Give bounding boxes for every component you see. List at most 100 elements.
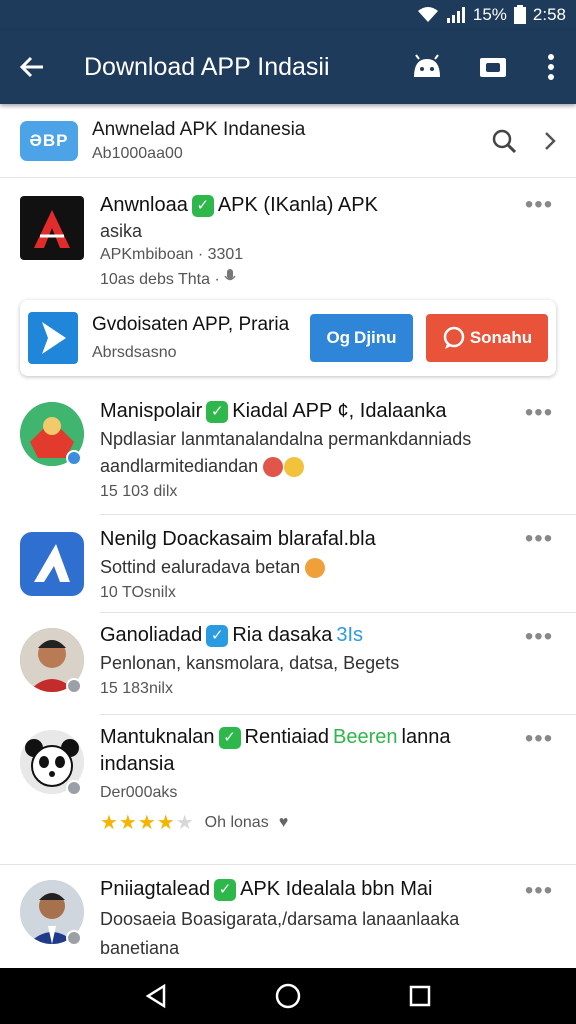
promo-card[interactable]: Gvdoisaten APP, Praria Abrsdsasno Og Dji… bbox=[20, 300, 556, 376]
more-options-icon[interactable]: ••• bbox=[524, 527, 554, 554]
status-badge bbox=[66, 780, 82, 796]
list-item[interactable]: Nenilg Doackasaim blarafal.bla Sottind e… bbox=[0, 514, 576, 613]
item-title-highlight: 3Is bbox=[336, 624, 364, 646]
primary-action-button[interactable]: Og Djinu bbox=[310, 314, 413, 362]
item-meta: 15 183nilx bbox=[100, 680, 173, 697]
item-title: Anwnloaa bbox=[100, 194, 188, 216]
item-content: Nenilg Doackasaim blarafal.bla Sottind e… bbox=[100, 528, 526, 602]
home-circle-icon bbox=[275, 983, 301, 1009]
item-description: Sottind ealuradava betan bbox=[100, 557, 526, 579]
item-content: Mantuknalan ✓ Rentiaiad Beeren lanna ind… bbox=[100, 726, 526, 835]
back-arrow-icon bbox=[19, 56, 43, 78]
android-button[interactable] bbox=[394, 30, 460, 104]
item-title: Nenilg Doackasaim blarafal.bla bbox=[100, 528, 376, 550]
more-options-icon[interactable]: ••• bbox=[524, 625, 554, 652]
verified-check-icon: ✓ bbox=[206, 624, 229, 647]
more-options-icon[interactable]: ••• bbox=[524, 193, 554, 220]
primary-button-prefix: Og bbox=[326, 328, 351, 347]
item-description-text: aandlarmitediandan bbox=[100, 456, 259, 476]
item-title-suffix: Ria dasaka bbox=[232, 624, 333, 646]
promo-title: Gvdoisaten APP, Praria bbox=[92, 314, 290, 335]
emoji-icon bbox=[284, 457, 305, 478]
camera-icon bbox=[480, 58, 506, 77]
divider bbox=[0, 864, 576, 865]
emoji-icon bbox=[305, 558, 326, 579]
camera-button[interactable] bbox=[460, 30, 526, 104]
rating-row: ★★★★★ Oh lonas ♥ bbox=[100, 810, 526, 835]
item-subtitle: asika bbox=[100, 221, 143, 241]
app-bar-title: Download APP Indasii bbox=[84, 52, 330, 81]
status-bar: 15% 2:58 bbox=[0, 0, 576, 30]
item-content: Anwnloaa ✓ APK (IKanla) APK asika APKmbi… bbox=[100, 194, 526, 289]
item-title-suffix: Kiadal APP ¢, Idalaanka bbox=[232, 400, 447, 422]
item-title-suffix: Rentiaiad bbox=[244, 726, 330, 748]
rating-text: Oh lonas bbox=[204, 813, 269, 831]
more-options-icon[interactable]: ••• bbox=[524, 401, 554, 428]
recents-square-icon bbox=[409, 985, 431, 1007]
nav-back-button[interactable] bbox=[126, 968, 186, 1024]
promo-logo bbox=[28, 312, 78, 364]
item-meta-secondary: 10as debs Thta · bbox=[100, 268, 526, 289]
android-icon bbox=[414, 54, 440, 77]
wifi-icon bbox=[417, 7, 438, 22]
item-description: Doosaeia Boasigarata,/darsama lanaanlaak… bbox=[100, 909, 460, 929]
back-button[interactable] bbox=[0, 30, 64, 104]
primary-button-label: Djinu bbox=[354, 328, 397, 347]
item-title: Pniiagtalead bbox=[100, 878, 211, 900]
chevron-right-icon bbox=[545, 131, 556, 150]
app-icon bbox=[20, 196, 84, 260]
item-title-line2: indansia bbox=[100, 753, 175, 775]
secondary-action-button[interactable]: Sonahu bbox=[426, 314, 548, 362]
battery-percent: 15% bbox=[472, 5, 507, 24]
verified-check-icon: ✓ bbox=[214, 878, 237, 901]
item-content: Manispolair ✓ Kiadal APP ¢, Idalaanka Np… bbox=[100, 400, 526, 501]
system-nav-bar bbox=[0, 968, 576, 1024]
arrow-logo-icon bbox=[34, 544, 70, 582]
item-description: Penlonan, kansmolara, datsa, Begets bbox=[100, 653, 400, 673]
item-meta: 15 103 dilx bbox=[100, 483, 178, 501]
list-item[interactable]: Manispolair ✓ Kiadal APP ¢, Idalaanka Np… bbox=[0, 388, 576, 515]
item-meta: APKmbiboan · 3301 bbox=[100, 246, 244, 263]
star-rating: ★★★★★ bbox=[100, 812, 195, 834]
list-item[interactable]: Pniiagtalead ✓ APK Idealala bbn Mai Doos… bbox=[0, 866, 576, 968]
secondary-button-label: Sonahu bbox=[469, 328, 533, 347]
list-item[interactable]: Anwnloaa ✓ APK (IKanla) APK asika APKmbi… bbox=[0, 178, 576, 300]
item-title: Ganoliadad bbox=[100, 624, 203, 646]
app-bar: Download APP Indasii bbox=[0, 30, 576, 104]
item-content: Ganoliadad ✓ Ria dasaka 3Is Penlonan, ka… bbox=[100, 624, 526, 698]
app-header-row[interactable]: ƏBP Anwnelad APK Indanesia Ab1000aa00 bbox=[0, 104, 576, 178]
online-badge bbox=[66, 450, 82, 466]
verified-check-icon: ✓ bbox=[218, 726, 241, 749]
more-vert-icon bbox=[548, 54, 554, 80]
item-title-suffix: APK Idealala bbn Mai bbox=[240, 878, 433, 900]
heart-icon: ♥ bbox=[278, 813, 289, 831]
item-title-end: lanna bbox=[401, 726, 451, 748]
item-description-secondary: banetiana bbox=[100, 938, 180, 958]
item-description-text: Sottind ealuradava betan bbox=[100, 557, 301, 577]
header-subtitle: Ab1000aa00 bbox=[92, 144, 183, 162]
nav-home-button[interactable] bbox=[258, 968, 318, 1024]
item-content: Pniiagtalead ✓ APK Idealala bbn Mai Doos… bbox=[100, 878, 526, 959]
item-meta: Der000aks bbox=[100, 784, 178, 801]
letter-a-logo-icon bbox=[34, 210, 70, 248]
item-title: Manispolair bbox=[100, 400, 203, 422]
verified-check-icon: ✓ bbox=[191, 194, 214, 217]
overflow-menu-button[interactable] bbox=[526, 30, 576, 104]
item-meta: 10 TOsnilx bbox=[100, 584, 176, 602]
more-options-icon[interactable]: ••• bbox=[524, 727, 554, 754]
clock: 2:58 bbox=[532, 5, 566, 24]
list-item[interactable]: Mantuknalan ✓ Rentiaiad Beeren lanna ind… bbox=[0, 714, 576, 865]
battery-icon bbox=[513, 5, 526, 24]
search-icon bbox=[492, 129, 517, 153]
signal-icon bbox=[446, 7, 465, 23]
verified-check-icon: ✓ bbox=[206, 400, 229, 423]
list-item[interactable]: Ganoliadad ✓ Ria dasaka 3Is Penlonan, ka… bbox=[0, 612, 576, 715]
back-triangle-icon bbox=[145, 983, 166, 1009]
nav-recents-button[interactable] bbox=[390, 968, 450, 1024]
expand-button[interactable] bbox=[530, 115, 570, 167]
chat-bubble-icon bbox=[443, 326, 465, 349]
microphone-icon bbox=[224, 269, 236, 281]
app-icon bbox=[20, 532, 84, 596]
search-button[interactable] bbox=[478, 115, 530, 167]
more-options-icon[interactable]: ••• bbox=[524, 879, 554, 906]
